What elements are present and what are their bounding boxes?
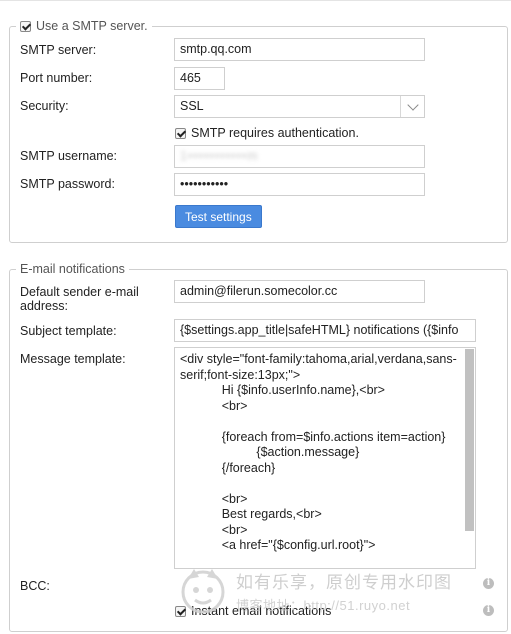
default-sender-input[interactable]: admin@filerun.somecolor.cc (174, 280, 425, 303)
dropdown-toggle[interactable] (400, 96, 424, 117)
smtp-password-input[interactable]: ••••••••••• (174, 173, 425, 196)
message-template-label: Message template: (20, 352, 126, 366)
smtp-server-input[interactable]: smtp.qq.com (174, 38, 425, 61)
instant-notifications-row: Instant email notifications (175, 604, 331, 618)
smtp-username-value: 1•••••••••••m (180, 149, 259, 163)
smtp-auth-checkbox[interactable] (175, 127, 186, 139)
email-legend: E-mail notifications (20, 262, 125, 276)
security-selected-value: SSL (180, 99, 204, 113)
default-sender-label: Default sender e-mail address: (20, 285, 139, 313)
use-smtp-label: Use a SMTP server. (36, 19, 148, 33)
smtp-auth-label: SMTP requires authentication. (191, 126, 359, 140)
instant-notifications-checkbox[interactable] (175, 605, 186, 617)
smtp-password-label: SMTP password: (20, 177, 115, 191)
bcc-label: BCC: (20, 579, 50, 593)
port-number-input[interactable]: 465 (174, 67, 225, 90)
subject-template-input[interactable]: {$settings.app_title|safeHTML} notificat… (174, 319, 476, 342)
smtp-username-input[interactable]: 1•••••••••••m (174, 145, 425, 168)
security-label: Security: (20, 99, 69, 113)
smtp-server-label: SMTP server: (20, 43, 97, 57)
instant-notifications-label: Instant email notifications (191, 604, 332, 618)
top-divider (0, 0, 511, 1)
port-number-label: Port number: (20, 71, 93, 85)
info-icon[interactable]: i (483, 605, 494, 616)
smtp-legend: Use a SMTP server. (16, 19, 152, 35)
smtp-auth-row: SMTP requires authentication. (175, 126, 359, 140)
security-select[interactable]: SSL (174, 95, 425, 118)
chevron-down-icon (406, 98, 419, 111)
use-smtp-checkbox[interactable] (20, 20, 31, 32)
test-settings-button[interactable]: Test settings (175, 205, 262, 228)
info-icon[interactable]: i (483, 578, 494, 589)
subject-template-label: Subject template: (20, 324, 117, 338)
message-template-text: <div style="font-family:tahoma,arial,ver… (180, 352, 457, 552)
textarea-scrollbar[interactable] (465, 349, 474, 531)
smtp-username-label: SMTP username: (20, 149, 118, 163)
message-template-textarea[interactable]: <div style="font-family:tahoma,arial,ver… (174, 347, 476, 569)
